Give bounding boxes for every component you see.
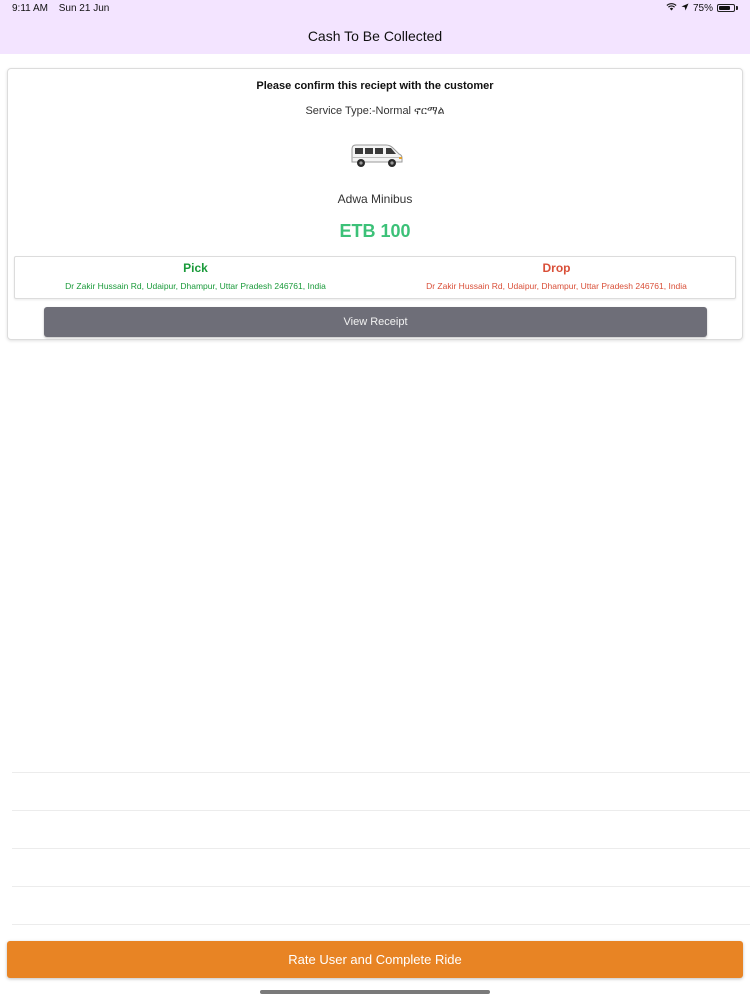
battery-level	[719, 6, 730, 10]
list-separator	[12, 772, 750, 773]
list-separator	[12, 924, 750, 925]
battery-icon	[717, 4, 738, 12]
navbar: Cash To Be Collected	[0, 18, 750, 54]
list-separator	[12, 810, 750, 811]
list-separator	[12, 848, 750, 849]
receipt-card: Please confirm this reciept with the cus…	[7, 68, 743, 340]
status-date: Sun 21 Jun	[58, 3, 110, 14]
pick-location: Pick Dr Zakir Hussain Rd, Udaipur, Dhamp…	[15, 257, 376, 298]
status-bar: 9:11 AM Sun 21 Jun 75%	[0, 0, 750, 18]
vehicle-name: Adwa Minibus	[337, 192, 413, 206]
drop-address: Dr Zakir Hussain Rd, Udaipur, Dhampur, U…	[426, 281, 687, 291]
pick-address: Dr Zakir Hussain Rd, Udaipur, Dhampur, U…	[65, 281, 326, 291]
page-title: Cash To Be Collected	[307, 28, 443, 44]
wifi-icon	[666, 2, 677, 14]
rate-user-complete-ride-button[interactable]: Rate User and Complete Ride	[7, 941, 743, 978]
minibus-icon	[346, 139, 406, 171]
battery-percent: 75%	[692, 2, 713, 14]
home-indicator	[260, 990, 490, 994]
pick-drop-locations: Pick Dr Zakir Hussain Rd, Udaipur, Dhamp…	[14, 256, 736, 299]
service-type: Service Type:-Normal ኖርማል	[305, 105, 445, 117]
location-arrow-icon	[681, 3, 689, 14]
pick-label: Pick	[183, 261, 208, 275]
status-time: 9:11 AM	[12, 3, 48, 14]
screen: 9:11 AM Sun 21 Jun 75% Cash To Be Collec…	[0, 0, 750, 1000]
fare-amount: ETB 100	[339, 221, 411, 241]
confirm-receipt-text: Please confirm this reciept with the cus…	[256, 80, 494, 92]
list-separator	[12, 886, 750, 887]
drop-location: Drop Dr Zakir Hussain Rd, Udaipur, Dhamp…	[376, 257, 737, 298]
drop-label: Drop	[542, 261, 571, 275]
view-receipt-button[interactable]: View Receipt	[44, 307, 707, 337]
